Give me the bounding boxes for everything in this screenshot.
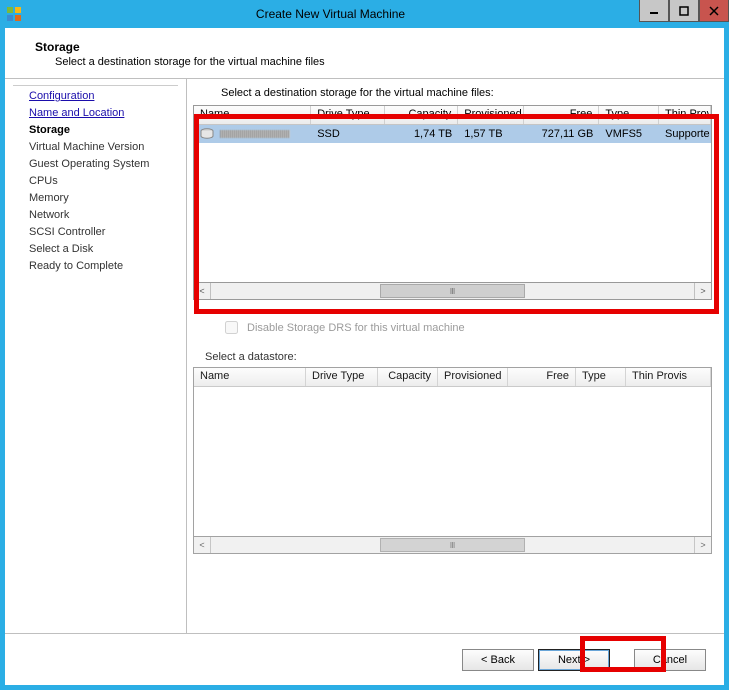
step-configuration[interactable]: Configuration — [13, 88, 178, 105]
step-storage: Storage — [13, 122, 178, 139]
back-button[interactable]: < Back — [462, 649, 534, 671]
step-guest-operating-system: Guest Operating System — [13, 156, 178, 173]
col-free[interactable]: Free — [524, 106, 600, 124]
col-type[interactable]: Type — [599, 106, 659, 124]
disable-drs-checkbox — [225, 321, 238, 334]
window-title: Create New Virtual Machine — [22, 7, 639, 21]
scroll-track[interactable]: Ⅲ — [211, 283, 694, 299]
scroll-right-icon: > — [694, 537, 711, 553]
scroll-right-icon[interactable]: > — [694, 283, 711, 299]
storage-row-drive: SSD — [311, 127, 385, 141]
wizard-header: Storage Select a destination storage for… — [5, 28, 724, 79]
step-select-a-disk: Select a Disk — [13, 241, 178, 258]
wizard-steps-sidebar: Configuration Name and Location Storage … — [5, 79, 187, 633]
storage-table[interactable]: Name Drive Type Capacity Provisioned Fre… — [193, 105, 712, 283]
storage-row-name — [194, 127, 311, 141]
col-drive-type[interactable]: Drive Type — [311, 106, 385, 124]
storage-row-selected[interactable]: SSD 1,74 TB 1,57 TB 727,11 GB VMFS5 Supp… — [194, 125, 711, 143]
step-cpus: CPUs — [13, 173, 178, 190]
app-icon — [6, 6, 22, 22]
storage-instruction: Select a destination storage for the vir… — [193, 85, 712, 105]
datastore-table-hscroll: < Ⅲ > — [193, 537, 712, 554]
titlebar: Create New Virtual Machine — [0, 0, 729, 28]
storage-row-provisioned: 1,57 TB — [458, 127, 524, 141]
wizard-content: Select a destination storage for the vir… — [187, 79, 724, 633]
cancel-button[interactable]: Cancel — [634, 649, 706, 671]
disable-drs-row: Disable Storage DRS for this virtual mac… — [193, 300, 712, 351]
scroll-left-icon: < — [194, 537, 211, 553]
ds-col-name: Name — [194, 368, 306, 386]
ds-col-thin-provisioning: Thin Provis — [626, 368, 711, 386]
page-title: Storage — [35, 40, 714, 54]
wizard-body: Configuration Name and Location Storage … — [5, 79, 724, 633]
select-datastore-label: Select a datastore: — [193, 351, 712, 367]
storage-row-name-text — [220, 130, 290, 138]
datastore-table: Name Drive Type Capacity Provisioned Fre… — [193, 367, 712, 537]
step-ready-to-complete: Ready to Complete — [13, 258, 178, 275]
storage-row-capacity: 1,74 TB — [385, 127, 459, 141]
scroll-track: Ⅲ — [211, 537, 694, 553]
step-virtual-machine-version: Virtual Machine Version — [13, 139, 178, 156]
wizard-footer: < Back Next > Cancel — [5, 633, 724, 685]
minimize-button[interactable] — [639, 0, 669, 22]
ds-col-capacity: Capacity — [378, 368, 438, 386]
disable-drs-label: Disable Storage DRS for this virtual mac… — [247, 322, 465, 334]
page-subtitle: Select a destination storage for the vir… — [55, 56, 714, 68]
col-provisioned[interactable]: Provisioned — [458, 106, 524, 124]
step-network: Network — [13, 207, 178, 224]
close-button[interactable] — [699, 0, 729, 22]
col-thin-provisioning[interactable]: Thin Prov — [659, 106, 711, 124]
next-button[interactable]: Next > — [538, 649, 610, 671]
ds-col-drive-type: Drive Type — [306, 368, 378, 386]
storage-row-type: VMFS5 — [599, 127, 659, 141]
scroll-left-icon[interactable]: < — [194, 283, 211, 299]
step-memory: Memory — [13, 190, 178, 207]
col-capacity[interactable]: Capacity — [385, 106, 459, 124]
scroll-thumb[interactable]: Ⅲ — [380, 284, 525, 298]
step-scsi-controller: SCSI Controller — [13, 224, 178, 241]
datastore-icon — [200, 128, 214, 140]
scroll-thumb: Ⅲ — [380, 538, 525, 552]
ds-col-provisioned: Provisioned — [438, 368, 508, 386]
storage-table-hscroll[interactable]: < Ⅲ > — [193, 283, 712, 300]
storage-table-header: Name Drive Type Capacity Provisioned Fre… — [194, 106, 711, 125]
storage-row-thin: Supporte — [659, 127, 711, 141]
step-name-and-location[interactable]: Name and Location — [13, 105, 178, 122]
ds-col-type: Type — [576, 368, 626, 386]
col-name[interactable]: Name — [194, 106, 311, 124]
maximize-button[interactable] — [669, 0, 699, 22]
datastore-table-header: Name Drive Type Capacity Provisioned Fre… — [194, 368, 711, 387]
window-buttons — [639, 0, 729, 22]
ds-col-free: Free — [508, 368, 576, 386]
storage-row-free: 727,11 GB — [524, 127, 600, 141]
